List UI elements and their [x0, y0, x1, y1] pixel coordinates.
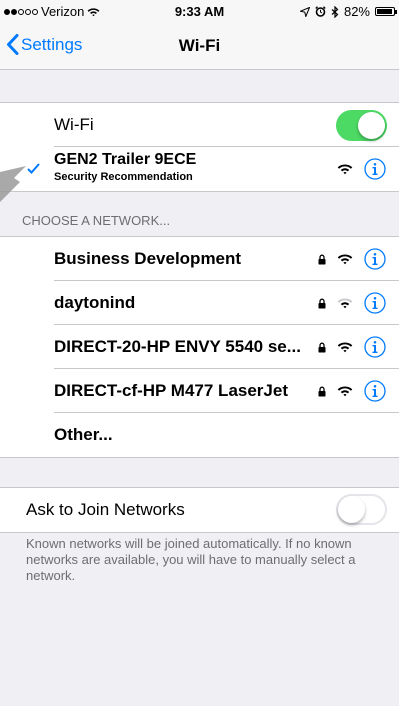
- network-row[interactable]: Business Development: [0, 237, 399, 281]
- network-name: daytonind: [54, 293, 136, 312]
- wifi-signal-icon: [337, 164, 353, 175]
- network-row[interactable]: daytonind: [0, 281, 399, 325]
- wifi-signal-icon: [337, 386, 353, 397]
- network-row[interactable]: DIRECT-cf-HP M477 LaserJet: [0, 369, 399, 413]
- lock-icon: [318, 342, 326, 353]
- annotation-arrow: [0, 166, 26, 202]
- other-network-label: Other...: [54, 425, 113, 444]
- toggle-knob: [338, 496, 365, 523]
- chevron-left-icon: [7, 34, 19, 55]
- choose-network-header: CHOOSE A NETWORK...: [22, 213, 171, 228]
- lock-icon: [318, 298, 326, 309]
- networks-group: Business Development daytonind DIRECT-20…: [0, 236, 399, 458]
- info-icon[interactable]: [364, 336, 386, 358]
- wifi-signal-icon: [337, 342, 353, 353]
- status-bar: Verizon 9:33 AM 82%: [0, 0, 399, 22]
- info-icon[interactable]: [364, 380, 386, 402]
- nav-bar: Settings Wi-Fi: [0, 22, 399, 70]
- other-network-row[interactable]: Other...: [0, 413, 399, 457]
- network-name: Business Development: [54, 249, 242, 268]
- wifi-toggle-row: Wi-Fi: [0, 103, 399, 147]
- back-button-label: Settings: [21, 34, 83, 54]
- ask-to-join-description: Known networks will be joined automatica…: [26, 536, 356, 583]
- ask-to-join-group: Ask to Join Networks: [0, 487, 399, 533]
- checkmark-icon: [27, 163, 40, 174]
- ask-to-join-row: Ask to Join Networks: [0, 488, 399, 532]
- alarm-icon: [315, 6, 326, 17]
- location-icon: [299, 6, 310, 17]
- wifi-signal-icon: [337, 298, 353, 309]
- connected-network-subtitle: Security Recommendation: [54, 171, 193, 183]
- info-icon[interactable]: [364, 158, 386, 180]
- battery-percent: 82%: [343, 4, 370, 19]
- wifi-group: Wi-Fi GEN2 Trailer 9ECE Security Recomme…: [0, 102, 399, 192]
- lock-icon: [318, 254, 326, 265]
- ask-to-join-label: Ask to Join Networks: [26, 500, 185, 519]
- info-icon[interactable]: [364, 292, 386, 314]
- network-row[interactable]: DIRECT-20-HP ENVY 5540 se...: [0, 325, 399, 369]
- status-right: 82%: [299, 4, 397, 19]
- wifi-toggle-label: Wi-Fi: [54, 115, 94, 134]
- toggle-knob: [358, 112, 385, 139]
- network-name: DIRECT-20-HP ENVY 5540 se...: [54, 337, 301, 356]
- connected-network-row[interactable]: GEN2 Trailer 9ECE Security Recommendatio…: [0, 147, 399, 191]
- wifi-signal-icon: [337, 254, 353, 265]
- battery-icon: [375, 7, 397, 16]
- connected-network-name: GEN2 Trailer 9ECE: [54, 151, 197, 168]
- bluetooth-icon: [331, 5, 339, 18]
- info-icon[interactable]: [364, 248, 386, 270]
- network-name: DIRECT-cf-HP M477 LaserJet: [54, 381, 288, 400]
- ask-to-join-toggle[interactable]: [336, 494, 387, 525]
- lock-icon: [318, 386, 326, 397]
- wifi-toggle[interactable]: [336, 110, 387, 141]
- back-button[interactable]: Settings: [6, 34, 82, 55]
